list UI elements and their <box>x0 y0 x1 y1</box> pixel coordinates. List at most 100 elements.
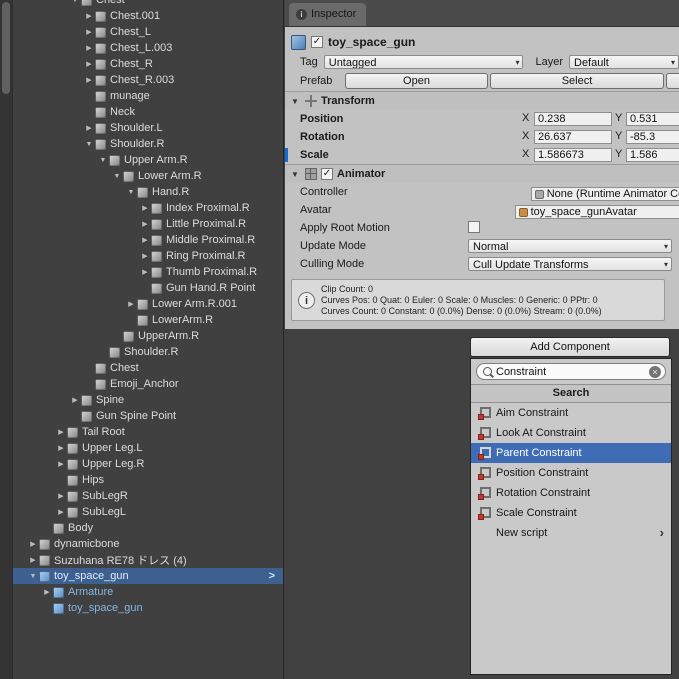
component-item[interactable]: Aim Constraint <box>471 403 671 423</box>
clear-search-icon[interactable]: × <box>649 366 661 378</box>
hierarchy-item[interactable]: ▶ Chest_L <box>13 24 283 40</box>
foldout-closed-icon[interactable]: ▶ <box>83 12 95 20</box>
culling-mode-dropdown[interactable]: Cull Update Transforms ▾ <box>468 257 672 271</box>
hierarchy-item[interactable]: Shoulder.R <box>13 344 283 360</box>
component-item[interactable]: Look At Constraint <box>471 423 671 443</box>
hierarchy-item[interactable]: Gun Hand.R Point <box>13 280 283 296</box>
foldout-closed-icon[interactable]: ▶ <box>27 540 39 548</box>
foldout-open-icon[interactable]: ▼ <box>111 173 123 180</box>
hierarchy-item[interactable]: Gun Spine Point <box>13 408 283 424</box>
hierarchy-item[interactable]: ▶ Little Proximal.R <box>13 216 283 232</box>
hierarchy-item[interactable]: ▼ Hand.R <box>13 184 283 200</box>
transform-component-header[interactable]: ▼ Transform <box>285 91 679 110</box>
hierarchy-item[interactable]: ▶ Lower Arm.R.001 <box>13 296 283 312</box>
hierarchy-item[interactable]: Hips <box>13 472 283 488</box>
y-value-field[interactable]: -85.3 <box>626 130 679 144</box>
foldout-closed-icon[interactable]: ▶ <box>139 252 151 260</box>
hierarchy-item[interactable]: ▶ dynamicbone <box>13 536 283 552</box>
hierarchy-item[interactable]: ▶ Upper Leg.L <box>13 440 283 456</box>
foldout-closed-icon[interactable]: ▶ <box>139 220 151 228</box>
x-value-field[interactable]: 0.238 <box>534 112 612 126</box>
update-mode-dropdown[interactable]: Normal ▾ <box>468 239 672 253</box>
hierarchy-item[interactable]: ▶ Thumb Proximal.R <box>13 264 283 280</box>
hierarchy-item[interactable]: Neck <box>13 104 283 120</box>
y-value-field[interactable]: 0.531 <box>626 112 679 126</box>
foldout-closed-icon[interactable]: ▶ <box>55 492 67 500</box>
component-item[interactable]: Scale Constraint <box>471 503 671 523</box>
foldout-closed-icon[interactable]: ▶ <box>55 444 67 452</box>
hierarchy-item[interactable]: ▶ Tail Root <box>13 424 283 440</box>
foldout-open-icon[interactable]: ▼ <box>69 0 81 4</box>
foldout-open-icon[interactable]: ▼ <box>27 573 39 580</box>
hierarchy-item[interactable]: ▶ SubLegL <box>13 504 283 520</box>
hierarchy-item[interactable]: ▶ Upper Leg.R <box>13 456 283 472</box>
foldout-closed-icon[interactable]: ▶ <box>139 204 151 212</box>
hierarchy-item[interactable]: ▼ Upper Arm.R <box>13 152 283 168</box>
foldout-closed-icon[interactable]: ▶ <box>83 76 95 84</box>
component-item[interactable]: New script › <box>471 523 671 543</box>
y-value-field[interactable]: 1.586 <box>626 148 679 162</box>
foldout-closed-icon[interactable]: ▶ <box>83 28 95 36</box>
hierarchy-item[interactable]: ▶ Index Proximal.R <box>13 200 283 216</box>
foldout-closed-icon[interactable]: ▶ <box>55 428 67 436</box>
foldout-open-icon[interactable]: ▼ <box>97 157 109 164</box>
hierarchy-item[interactable]: ▶ Middle Proximal.R <box>13 232 283 248</box>
foldout-closed-icon[interactable]: ▶ <box>55 460 67 468</box>
hierarchy-item[interactable]: ▶ Suzuhana RE78 ドレス (4) <box>13 552 283 568</box>
avatar-object-field[interactable]: toy_space_gunAvatar <box>514 205 679 219</box>
hierarchy-item[interactable]: Body <box>13 520 283 536</box>
controller-object-field[interactable]: None (Runtime Animator Con <box>530 187 679 201</box>
hierarchy-item[interactable]: LowerArm.R <box>13 312 283 328</box>
hierarchy-item[interactable]: Chest <box>13 360 283 376</box>
prefab-extra-button[interactable] <box>666 73 679 89</box>
gameobject-active-checkbox[interactable]: ✓ <box>311 36 323 48</box>
tag-dropdown[interactable]: Untagged ▾ <box>323 55 524 69</box>
component-search-input[interactable] <box>496 365 647 378</box>
hierarchy-item[interactable]: ▼ Lower Arm.R <box>13 168 283 184</box>
foldout-closed-icon[interactable]: ▶ <box>41 588 53 596</box>
hierarchy-item[interactable]: ▼ toy_space_gun > <box>13 568 283 584</box>
foldout-closed-icon[interactable]: ▶ <box>83 60 95 68</box>
x-value-field[interactable]: 26.637 <box>534 130 612 144</box>
hierarchy-item[interactable]: ▶ Shoulder.L <box>13 120 283 136</box>
apply-root-motion-checkbox[interactable] <box>468 221 480 233</box>
hierarchy-item[interactable]: ▶ Spine <box>13 392 283 408</box>
foldout-open-icon[interactable]: ▼ <box>83 141 95 148</box>
foldout-closed-icon[interactable]: ▶ <box>139 236 151 244</box>
foldout-closed-icon[interactable]: ▶ <box>83 124 95 132</box>
hierarchy-item[interactable]: ▼ Chest <box>13 0 283 8</box>
hierarchy-item[interactable]: Emoji_Anchor <box>13 376 283 392</box>
foldout-closed-icon[interactable]: ▶ <box>27 556 39 564</box>
hierarchy-item[interactable]: ▶ Armature <box>13 584 283 600</box>
foldout-closed-icon[interactable]: ▶ <box>69 396 81 404</box>
component-item[interactable]: Rotation Constraint <box>471 483 671 503</box>
foldout-closed-icon[interactable]: ▶ <box>83 44 95 52</box>
hierarchy-scrollbar-track[interactable] <box>0 0 13 679</box>
hierarchy-item[interactable]: toy_space_gun <box>13 600 283 616</box>
hierarchy-item[interactable]: ▶ Chest_R.003 <box>13 72 283 88</box>
hierarchy-item[interactable]: ▶ Chest_L.003 <box>13 40 283 56</box>
layer-dropdown[interactable]: Default ▾ <box>569 55 679 69</box>
prefab-open-button[interactable]: Open <box>345 73 488 89</box>
hierarchy-scrollbar-thumb[interactable] <box>2 2 10 94</box>
hierarchy-item[interactable]: ▶ SubLegR <box>13 488 283 504</box>
foldout-open-icon[interactable]: ▼ <box>289 97 301 106</box>
foldout-open-icon[interactable]: ▼ <box>289 170 301 179</box>
hierarchy-item[interactable]: ▼ Shoulder.R <box>13 136 283 152</box>
animator-component-header[interactable]: ▼ ✓ Animator <box>285 164 679 183</box>
hierarchy-item[interactable]: ▶ Ring Proximal.R <box>13 248 283 264</box>
inspector-tab[interactable]: i Inspector <box>289 3 367 26</box>
prefab-open-chevron[interactable]: > <box>269 570 275 582</box>
prefab-select-button[interactable]: Select <box>490 73 664 89</box>
foldout-closed-icon[interactable]: ▶ <box>125 300 137 308</box>
foldout-open-icon[interactable]: ▼ <box>125 189 137 196</box>
add-component-button[interactable]: Add Component <box>470 337 670 357</box>
animator-enabled-checkbox[interactable]: ✓ <box>321 168 333 180</box>
component-item[interactable]: Parent Constraint <box>471 443 671 463</box>
hierarchy-item[interactable]: munage <box>13 88 283 104</box>
hierarchy-item[interactable]: ▶ Chest.001 <box>13 8 283 24</box>
component-search-field[interactable]: × <box>476 363 666 380</box>
foldout-closed-icon[interactable]: ▶ <box>139 268 151 276</box>
foldout-closed-icon[interactable]: ▶ <box>55 508 67 516</box>
hierarchy-item[interactable]: ▶ Chest_R <box>13 56 283 72</box>
